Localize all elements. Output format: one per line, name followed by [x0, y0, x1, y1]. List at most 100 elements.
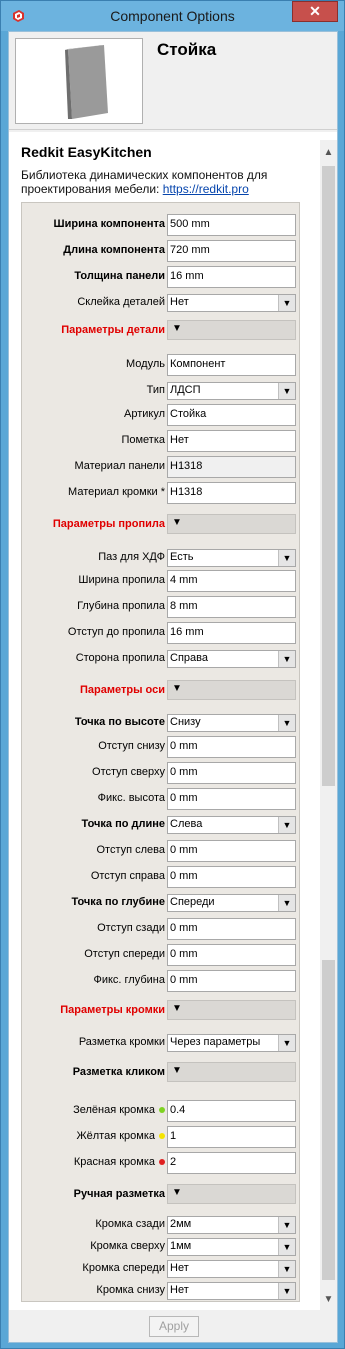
param-row: Отступ снизу 0 mm — [22, 735, 301, 759]
component-thumbnail — [15, 38, 143, 124]
param-input[interactable]: Компонент — [167, 354, 296, 376]
param-label: Отступ слева — [96, 844, 165, 856]
param-row: Жёлтая кромка 1 — [22, 1125, 301, 1149]
chevron-down-icon[interactable]: ▼ — [278, 817, 295, 833]
param-label: Отступ спереди — [84, 948, 165, 960]
website-link[interactable]: https://redkit.pro — [163, 182, 249, 196]
param-input[interactable]: 1 — [167, 1126, 296, 1148]
chevron-down-icon[interactable]: ▼ — [278, 550, 295, 566]
chevron-down-icon[interactable]: ▼ — [278, 383, 295, 399]
param-input[interactable]: 0 mm — [167, 736, 296, 758]
chevron-down-icon[interactable]: ▼ — [278, 1283, 295, 1299]
section-toggle[interactable]: ▼ — [167, 1062, 296, 1082]
component-name: Стойка — [157, 40, 217, 59]
param-input[interactable]: 0 mm — [167, 918, 296, 940]
scroll-down-icon[interactable]: ▼ — [320, 1291, 337, 1308]
section-toggle[interactable]: ▼ — [167, 1184, 296, 1204]
param-input[interactable]: 0 mm — [167, 840, 296, 862]
scroll-up-icon[interactable]: ▲ — [320, 144, 337, 161]
select-value: Слева — [170, 818, 203, 830]
param-input[interactable]: 720 mm — [167, 240, 296, 262]
scrollbar-thumb[interactable] — [322, 166, 335, 786]
param-row: Ширина компонента 500 mm — [22, 213, 301, 237]
param-select[interactable]: ЛДСП ▼ — [167, 382, 296, 400]
param-input[interactable]: 0 mm — [167, 866, 296, 888]
param-input[interactable]: 16 mm — [167, 622, 296, 644]
param-input[interactable]: 0.4 — [167, 1100, 296, 1122]
close-button[interactable]: ✕ — [292, 1, 338, 22]
param-row: Разметка кромки Через параметры ▼ — [22, 1031, 301, 1055]
param-row: Артикул Стойка — [22, 403, 301, 427]
options-scroll-area[interactable]: Redkit EasyKitchen Библиотека динамическ… — [9, 132, 337, 1310]
param-input[interactable]: H1318 — [167, 482, 296, 504]
scrollbar-track-segment[interactable] — [322, 960, 335, 1280]
param-row: Красная кромка 2 — [22, 1151, 301, 1175]
param-select[interactable]: 1мм ▼ — [167, 1238, 296, 1256]
chevron-down-icon[interactable]: ▼ — [278, 651, 295, 667]
param-input[interactable]: 0 mm — [167, 788, 296, 810]
param-input[interactable]: Стойка — [167, 404, 296, 426]
vertical-scrollbar[interactable]: ▲ ▼ — [320, 140, 337, 1310]
param-input[interactable]: 0 mm — [167, 944, 296, 966]
param-input[interactable]: 500 mm — [167, 214, 296, 236]
param-row: Разметка кликом ▼ — [22, 1061, 301, 1085]
param-label: Толщина панели — [74, 270, 165, 282]
param-row: Отступ спереди 0 mm — [22, 943, 301, 967]
param-row: Кромка спереди Нет ▼ — [22, 1257, 301, 1281]
param-select[interactable]: Нет ▼ — [167, 1260, 296, 1278]
section-toggle[interactable]: ▼ — [167, 514, 296, 534]
section-toggle[interactable]: ▼ — [167, 1000, 296, 1020]
param-label: Разметка кликом — [72, 1066, 165, 1078]
title-bar[interactable]: Component Options ✕ — [1, 1, 344, 31]
param-row: Отступ сверху 0 mm — [22, 761, 301, 785]
param-input[interactable]: Нет — [167, 430, 296, 452]
param-row: Кромка сзади 2мм ▼ — [22, 1213, 301, 1237]
component-header: Стойка — [9, 32, 337, 130]
param-row: Параметры пропила ▼ — [22, 513, 301, 537]
param-input[interactable]: 16 mm — [167, 266, 296, 288]
edge-color-dot-icon — [159, 1159, 165, 1166]
edge-color-dot-icon — [159, 1107, 165, 1114]
select-value: Нет — [170, 296, 189, 308]
param-label: Отступ сверху — [92, 766, 165, 778]
param-row: Зелёная кромка 0.4 — [22, 1099, 301, 1123]
param-label: Параметры детали — [61, 324, 165, 336]
param-input[interactable]: 8 mm — [167, 596, 296, 618]
param-select[interactable]: Слева ▼ — [167, 816, 296, 834]
param-label: Параметры оси — [80, 684, 165, 696]
param-row: Точка по высоте Снизу ▼ — [22, 711, 301, 735]
param-row: Параметры детали ▼ — [22, 319, 301, 343]
param-label: Отступ справа — [90, 870, 165, 882]
chevron-down-icon[interactable]: ▼ — [278, 1035, 295, 1051]
chevron-down-icon[interactable]: ▼ — [278, 1217, 295, 1233]
param-label: Сторона пропила — [75, 652, 165, 664]
chevron-down-icon[interactable]: ▼ — [278, 715, 295, 731]
param-label: Зелёная кромка — [73, 1104, 165, 1116]
section-toggle[interactable]: ▼ — [167, 320, 296, 340]
param-select[interactable]: Спереди ▼ — [167, 894, 296, 912]
chevron-down-icon[interactable]: ▼ — [278, 295, 295, 311]
chevron-down-icon[interactable]: ▼ — [278, 1261, 295, 1277]
section-toggle[interactable]: ▼ — [167, 680, 296, 700]
param-row: Длина компонента 720 mm — [22, 239, 301, 263]
param-input[interactable]: 4 mm — [167, 570, 296, 592]
select-value: Есть — [170, 551, 194, 563]
chevron-down-icon[interactable]: ▼ — [278, 1239, 295, 1255]
param-select[interactable]: Нет ▼ — [167, 294, 296, 312]
param-input[interactable]: 2 — [167, 1152, 296, 1174]
chevron-down-icon[interactable]: ▼ — [278, 895, 295, 911]
param-input[interactable]: 0 mm — [167, 970, 296, 992]
param-select[interactable]: 2мм ▼ — [167, 1216, 296, 1234]
param-row: Параметры оси ▼ — [22, 679, 301, 703]
apply-button[interactable]: Apply — [149, 1316, 199, 1337]
param-readonly-field: H1318 — [167, 456, 296, 478]
param-select[interactable]: Нет ▼ — [167, 1282, 296, 1300]
param-input[interactable]: 0 mm — [167, 762, 296, 784]
param-label: Ширина компонента — [53, 218, 165, 230]
param-label: Кромка снизу — [96, 1284, 165, 1296]
param-select[interactable]: Справа ▼ — [167, 650, 296, 668]
param-label: Фикс. высота — [97, 792, 165, 804]
param-select[interactable]: Снизу ▼ — [167, 714, 296, 732]
param-select[interactable]: Есть ▼ — [167, 549, 296, 567]
param-select[interactable]: Через параметры ▼ — [167, 1034, 296, 1052]
